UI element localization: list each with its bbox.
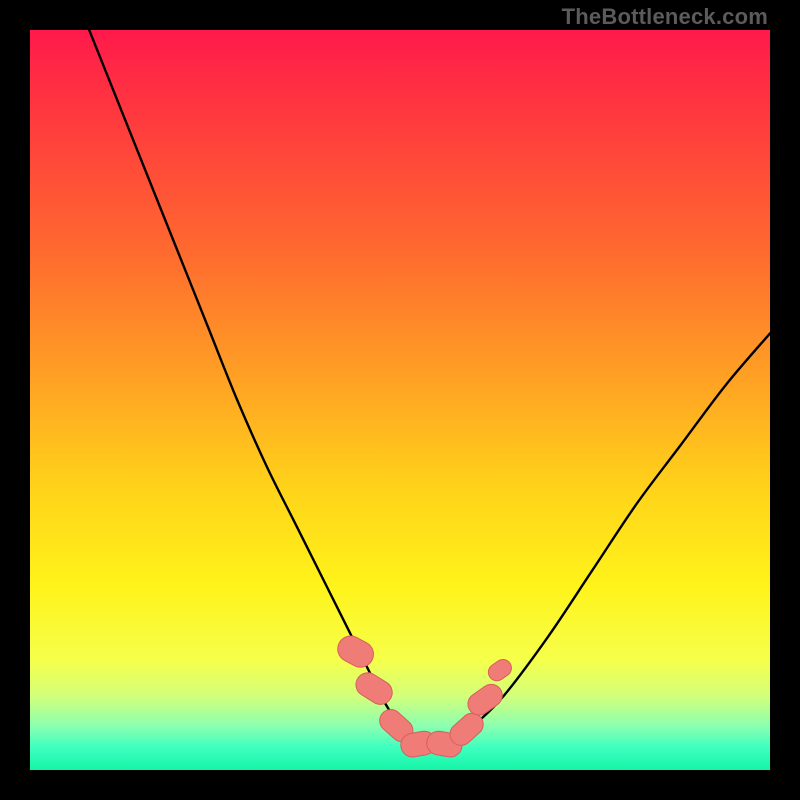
- watermark-text: TheBottleneck.com: [562, 4, 768, 30]
- gradient-background: [30, 30, 770, 770]
- chart-svg: [30, 30, 770, 770]
- plot-area: [30, 30, 770, 770]
- chart-frame: TheBottleneck.com: [0, 0, 800, 800]
